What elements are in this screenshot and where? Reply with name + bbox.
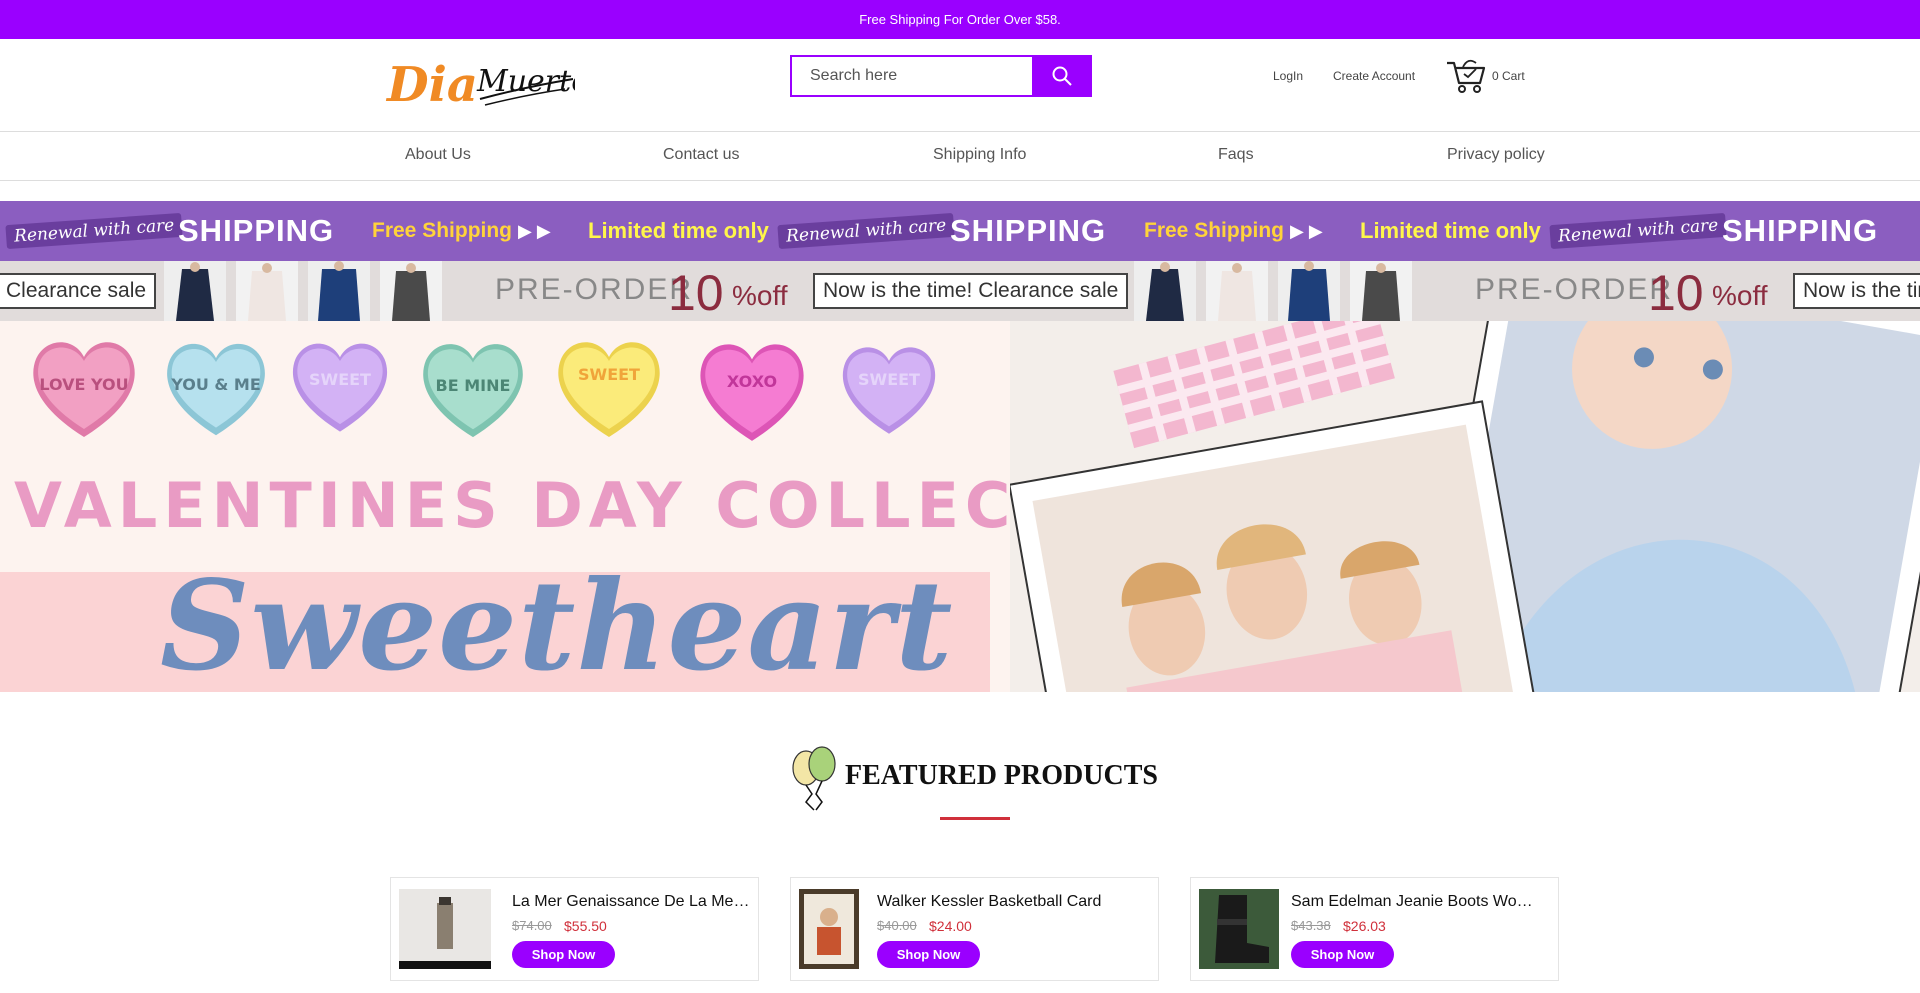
product-name[interactable]: La Mer Genaissance De La Mer The Serum: [512, 893, 750, 911]
product-old-price: $43.38: [1291, 918, 1331, 933]
discount-number: 10: [1648, 265, 1704, 321]
product-old-price: $74.00: [512, 918, 552, 933]
shop-now-button[interactable]: Shop Now: [877, 941, 980, 968]
free-shipping-text: Free Shipping: [1144, 219, 1285, 242]
jacket-image: [1278, 261, 1340, 321]
search-input[interactable]: [790, 55, 1032, 97]
announcement-bar: Free Shipping For Order Over $58.: [0, 0, 1920, 39]
cart-icon: [1447, 59, 1486, 93]
jacket-image: [164, 261, 226, 321]
search-icon: [1052, 66, 1072, 86]
limited-time-text: Limited time only: [588, 218, 769, 243]
promo-marquee-clearance: Clearance sale PRE-ORDER 10 %off Now is …: [0, 261, 1920, 321]
jacket-image: [1350, 261, 1412, 321]
preorder-text: PRE-ORDER: [495, 273, 694, 306]
cart-link[interactable]: 0 Cart: [1446, 57, 1525, 95]
product-image[interactable]: [1199, 889, 1279, 969]
discount-off-text: %off: [732, 280, 788, 311]
search-button[interactable]: [1032, 55, 1092, 97]
hero-banner[interactable]: LOVE YOU YOU & ME SWEET BE MINE SWEET XO…: [0, 321, 1920, 692]
shop-now-button[interactable]: Shop Now: [1291, 941, 1394, 968]
product-card[interactable]: Sam Edelman Jeanie Boots Women $43.38 $2…: [1190, 877, 1559, 981]
heart-label: SWEET: [578, 365, 640, 385]
nav-privacy-policy[interactable]: Privacy policy: [1447, 146, 1545, 164]
jacket-image: [1134, 261, 1196, 321]
play-arrows-icon: ▶ ▶: [1290, 220, 1323, 241]
balloons-icon: [792, 746, 836, 811]
nav-faqs[interactable]: Faqs: [1218, 146, 1254, 164]
product-sale-price: $55.50: [564, 918, 607, 934]
play-arrows-icon: ▶ ▶: [518, 220, 551, 241]
product-image[interactable]: [399, 889, 491, 969]
product-sale-price: $24.00: [929, 918, 972, 934]
site-header: Dia Muertos LogIn Create Account 0 Cart: [0, 39, 1920, 131]
shop-now-button[interactable]: Shop Now: [512, 941, 615, 968]
login-link[interactable]: LogIn: [1273, 69, 1303, 83]
product-image[interactable]: [799, 889, 859, 969]
site-logo[interactable]: Dia Muertos: [385, 49, 605, 113]
shipping-text: SHIPPING: [178, 213, 335, 248]
shipping-text: SHIPPING: [950, 213, 1107, 248]
nav-shipping-info[interactable]: Shipping Info: [933, 146, 1026, 164]
nav-about-us[interactable]: About Us: [405, 146, 471, 164]
hero-headline: Sweetheart: [160, 554, 954, 692]
create-account-link[interactable]: Create Account: [1333, 69, 1415, 83]
now-is-time-text: Now is the time! Clearance sale: [1803, 279, 1920, 302]
now-is-time-text: Now is the time! Clearance sale: [823, 279, 1119, 302]
heart-label: XOXO: [726, 372, 778, 392]
clearance-box: Clearance sale: [0, 273, 157, 309]
product-sale-price: $26.03: [1343, 918, 1386, 934]
heart-label: SWEET: [858, 370, 920, 390]
heart-label: YOU & ME: [171, 375, 261, 395]
shipping-text: SHIPPING: [1722, 213, 1879, 248]
nav-contact-us[interactable]: Contact us: [663, 146, 739, 164]
product-old-price: $40.00: [877, 918, 917, 933]
featured-title: FEATURED PRODUCTS: [845, 760, 1158, 791]
svg-text:Dia: Dia: [385, 57, 478, 111]
announcement-text: Free Shipping For Order Over $58.: [859, 12, 1061, 27]
main-nav: About Us Contact us Shipping Info Faqs P…: [0, 131, 1920, 181]
jacket-image: [1206, 261, 1268, 321]
heart-label: LOVE YOU: [39, 375, 129, 395]
logo-graphic: Dia Muertos: [385, 57, 605, 113]
search-form: [790, 55, 1092, 97]
title-underline: [940, 817, 1010, 820]
preorder-text: PRE-ORDER: [1475, 273, 1674, 306]
renewal-badge: Renewal with care: [777, 212, 956, 250]
renewal-badge: Renewal with care: [1549, 212, 1728, 250]
limited-time-text: Limited time only: [1360, 218, 1541, 243]
product-name[interactable]: Sam Edelman Jeanie Boots Women: [1291, 893, 1535, 911]
featured-products-section: FEATURED PRODUCTS La Mer Genaissance De …: [0, 692, 1920, 993]
product-card[interactable]: Walker Kessler Basketball Card $40.00 $2…: [790, 877, 1159, 981]
cart-label: 0 Cart: [1492, 69, 1525, 83]
now-is-time-box: Now is the time! Clearance sale: [1793, 273, 1920, 309]
discount-off-text: %off: [1712, 280, 1768, 311]
free-shipping-text: Free Shipping: [372, 219, 513, 242]
jacket-image: [308, 261, 370, 321]
jacket-image: [236, 261, 298, 321]
renewal-badge: Renewal with care: [5, 212, 184, 250]
clearance-text: Clearance sale: [6, 279, 147, 302]
product-name[interactable]: Walker Kessler Basketball Card: [877, 893, 1151, 911]
promo-marquee-shipping: Renewal with care SHIPPING Free Shipping…: [0, 201, 1920, 261]
jacket-image: [380, 261, 442, 321]
product-card[interactable]: La Mer Genaissance De La Mer The Serum $…: [390, 877, 759, 981]
heart-label: BE MINE: [435, 376, 511, 396]
now-is-time-box: Now is the time! Clearance sale: [813, 273, 1129, 309]
discount-number: 10: [668, 265, 724, 321]
hero-photo-collage: [1010, 321, 1920, 692]
heart-label: SWEET: [309, 370, 371, 390]
